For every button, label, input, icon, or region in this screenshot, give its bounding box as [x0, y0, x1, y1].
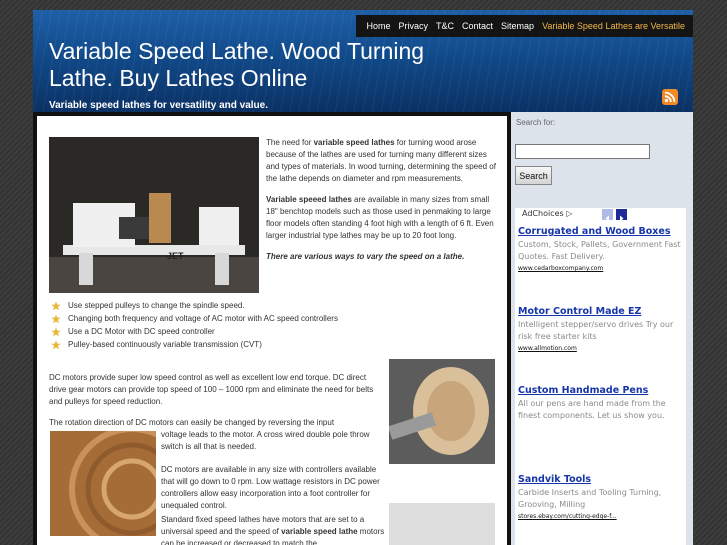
nav-home[interactable]: Home — [366, 21, 390, 31]
adchoices-label[interactable]: AdChoices ▷ — [522, 209, 572, 218]
list-item: Use stepped pulleys to change the spindl… — [51, 300, 491, 312]
list-item: Use a DC Motor with DC speed controller — [51, 326, 491, 338]
star-bullet-icon — [51, 340, 61, 354]
ad-title-link[interactable]: Custom Handmade Pens — [518, 384, 683, 397]
top-nav: Home Privacy T&C Contact Sitemap Variabl… — [356, 15, 693, 37]
controller-paragraph: DC motors are available in any size with… — [161, 465, 380, 510]
ad-url-link[interactable]: www.allmotion.com — [518, 344, 683, 353]
ad-url-link[interactable]: www.cedarboxcompany.com — [518, 264, 683, 273]
ad-prev-button[interactable] — [602, 209, 613, 222]
ad-title-link[interactable]: Motor Control Made EZ — [518, 305, 683, 318]
intro-paragraph-2: Variable speeed lathes are available in … — [266, 195, 494, 240]
search-label: Search for: — [516, 118, 556, 127]
lathe-detail-photo — [389, 503, 495, 545]
ad-item-sandvik: Sandvik Tools Carbide Inserts and Toolin… — [518, 473, 683, 521]
site-tagline: Variable speed lathes for versatility an… — [49, 100, 268, 111]
fixed-speed-paragraph: Standard fixed speed lathes have motors … — [161, 515, 385, 545]
ad-block: AdChoices ▷ Corrugated and Wood Boxes Cu… — [515, 208, 686, 545]
dc-motor-paragraph: DC motors provide super low speed contro… — [49, 373, 374, 406]
site-title[interactable]: Variable Speed Lathe. Wood Turning Lathe… — [49, 38, 469, 92]
rotation-paragraph: The rotation direction of DC motors can … — [49, 418, 335, 427]
svg-text:JET: JET — [167, 251, 184, 261]
nav-contact[interactable]: Contact — [462, 21, 493, 31]
search-button[interactable]: Search — [515, 166, 552, 185]
bowl-turning-photo — [387, 359, 495, 464]
rss-feed-icon[interactable] — [662, 89, 678, 105]
ad-url-link[interactable]: stores.ebay.com/cutting-edge-f... — [518, 512, 683, 521]
ad-item-pens: Custom Handmade Pens All our pens are ha… — [518, 384, 683, 422]
list-item: Pulley-based continuously variable trans… — [51, 339, 491, 351]
search-input[interactable] — [515, 144, 650, 159]
spinning-wood-photo — [50, 426, 195, 545]
ad-item-boxes: Corrugated and Wood Boxes Custom, Stock,… — [518, 225, 683, 273]
adchoices-icon: ▷ — [566, 209, 573, 218]
nav-terms[interactable]: T&C — [436, 21, 454, 31]
sidebar: Search for: Search AdChoices ▷ Corrugate… — [511, 112, 693, 545]
nav-sitemap[interactable]: Sitemap — [501, 21, 534, 31]
ad-next-button[interactable] — [616, 209, 627, 222]
intro-paragraph-3: There are various ways to vary the speed… — [266, 252, 465, 261]
main-content: JET The need for variable speed lathes f… — [37, 116, 507, 545]
ad-description: Intelligent stepper/servo drives Try our… — [518, 320, 674, 341]
list-item: Changing both frequency and voltage of A… — [51, 313, 491, 325]
intro-paragraph-1: The need for variable speed lathes for t… — [266, 138, 496, 183]
switch-paragraph: voltage leads to the motor. A cross wire… — [161, 430, 370, 451]
site-wrapper: Home Privacy T&C Contact Sitemap Variabl… — [33, 10, 693, 545]
nav-privacy[interactable]: Privacy — [398, 21, 428, 31]
ad-title-link[interactable]: Corrugated and Wood Boxes — [518, 225, 683, 238]
ad-description: Carbide Inserts and Tooling Turning, Gro… — [518, 488, 662, 509]
ad-description: Custom, Stock, Pallets, Government Fast … — [518, 240, 681, 261]
speed-method-list: Use stepped pulleys to change the spindl… — [51, 300, 491, 352]
ad-item-motor-control: Motor Control Made EZ Intelligent steppe… — [518, 305, 683, 353]
ad-title-link[interactable]: Sandvik Tools — [518, 473, 683, 486]
lathe-photo: JET — [49, 137, 259, 293]
nav-current-page[interactable]: Variable Speed Lathes are Versatile — [542, 21, 685, 31]
ad-description: All our pens are hand made from the fine… — [518, 399, 666, 420]
intro-text: The need for variable speed lathes for t… — [266, 137, 496, 272]
